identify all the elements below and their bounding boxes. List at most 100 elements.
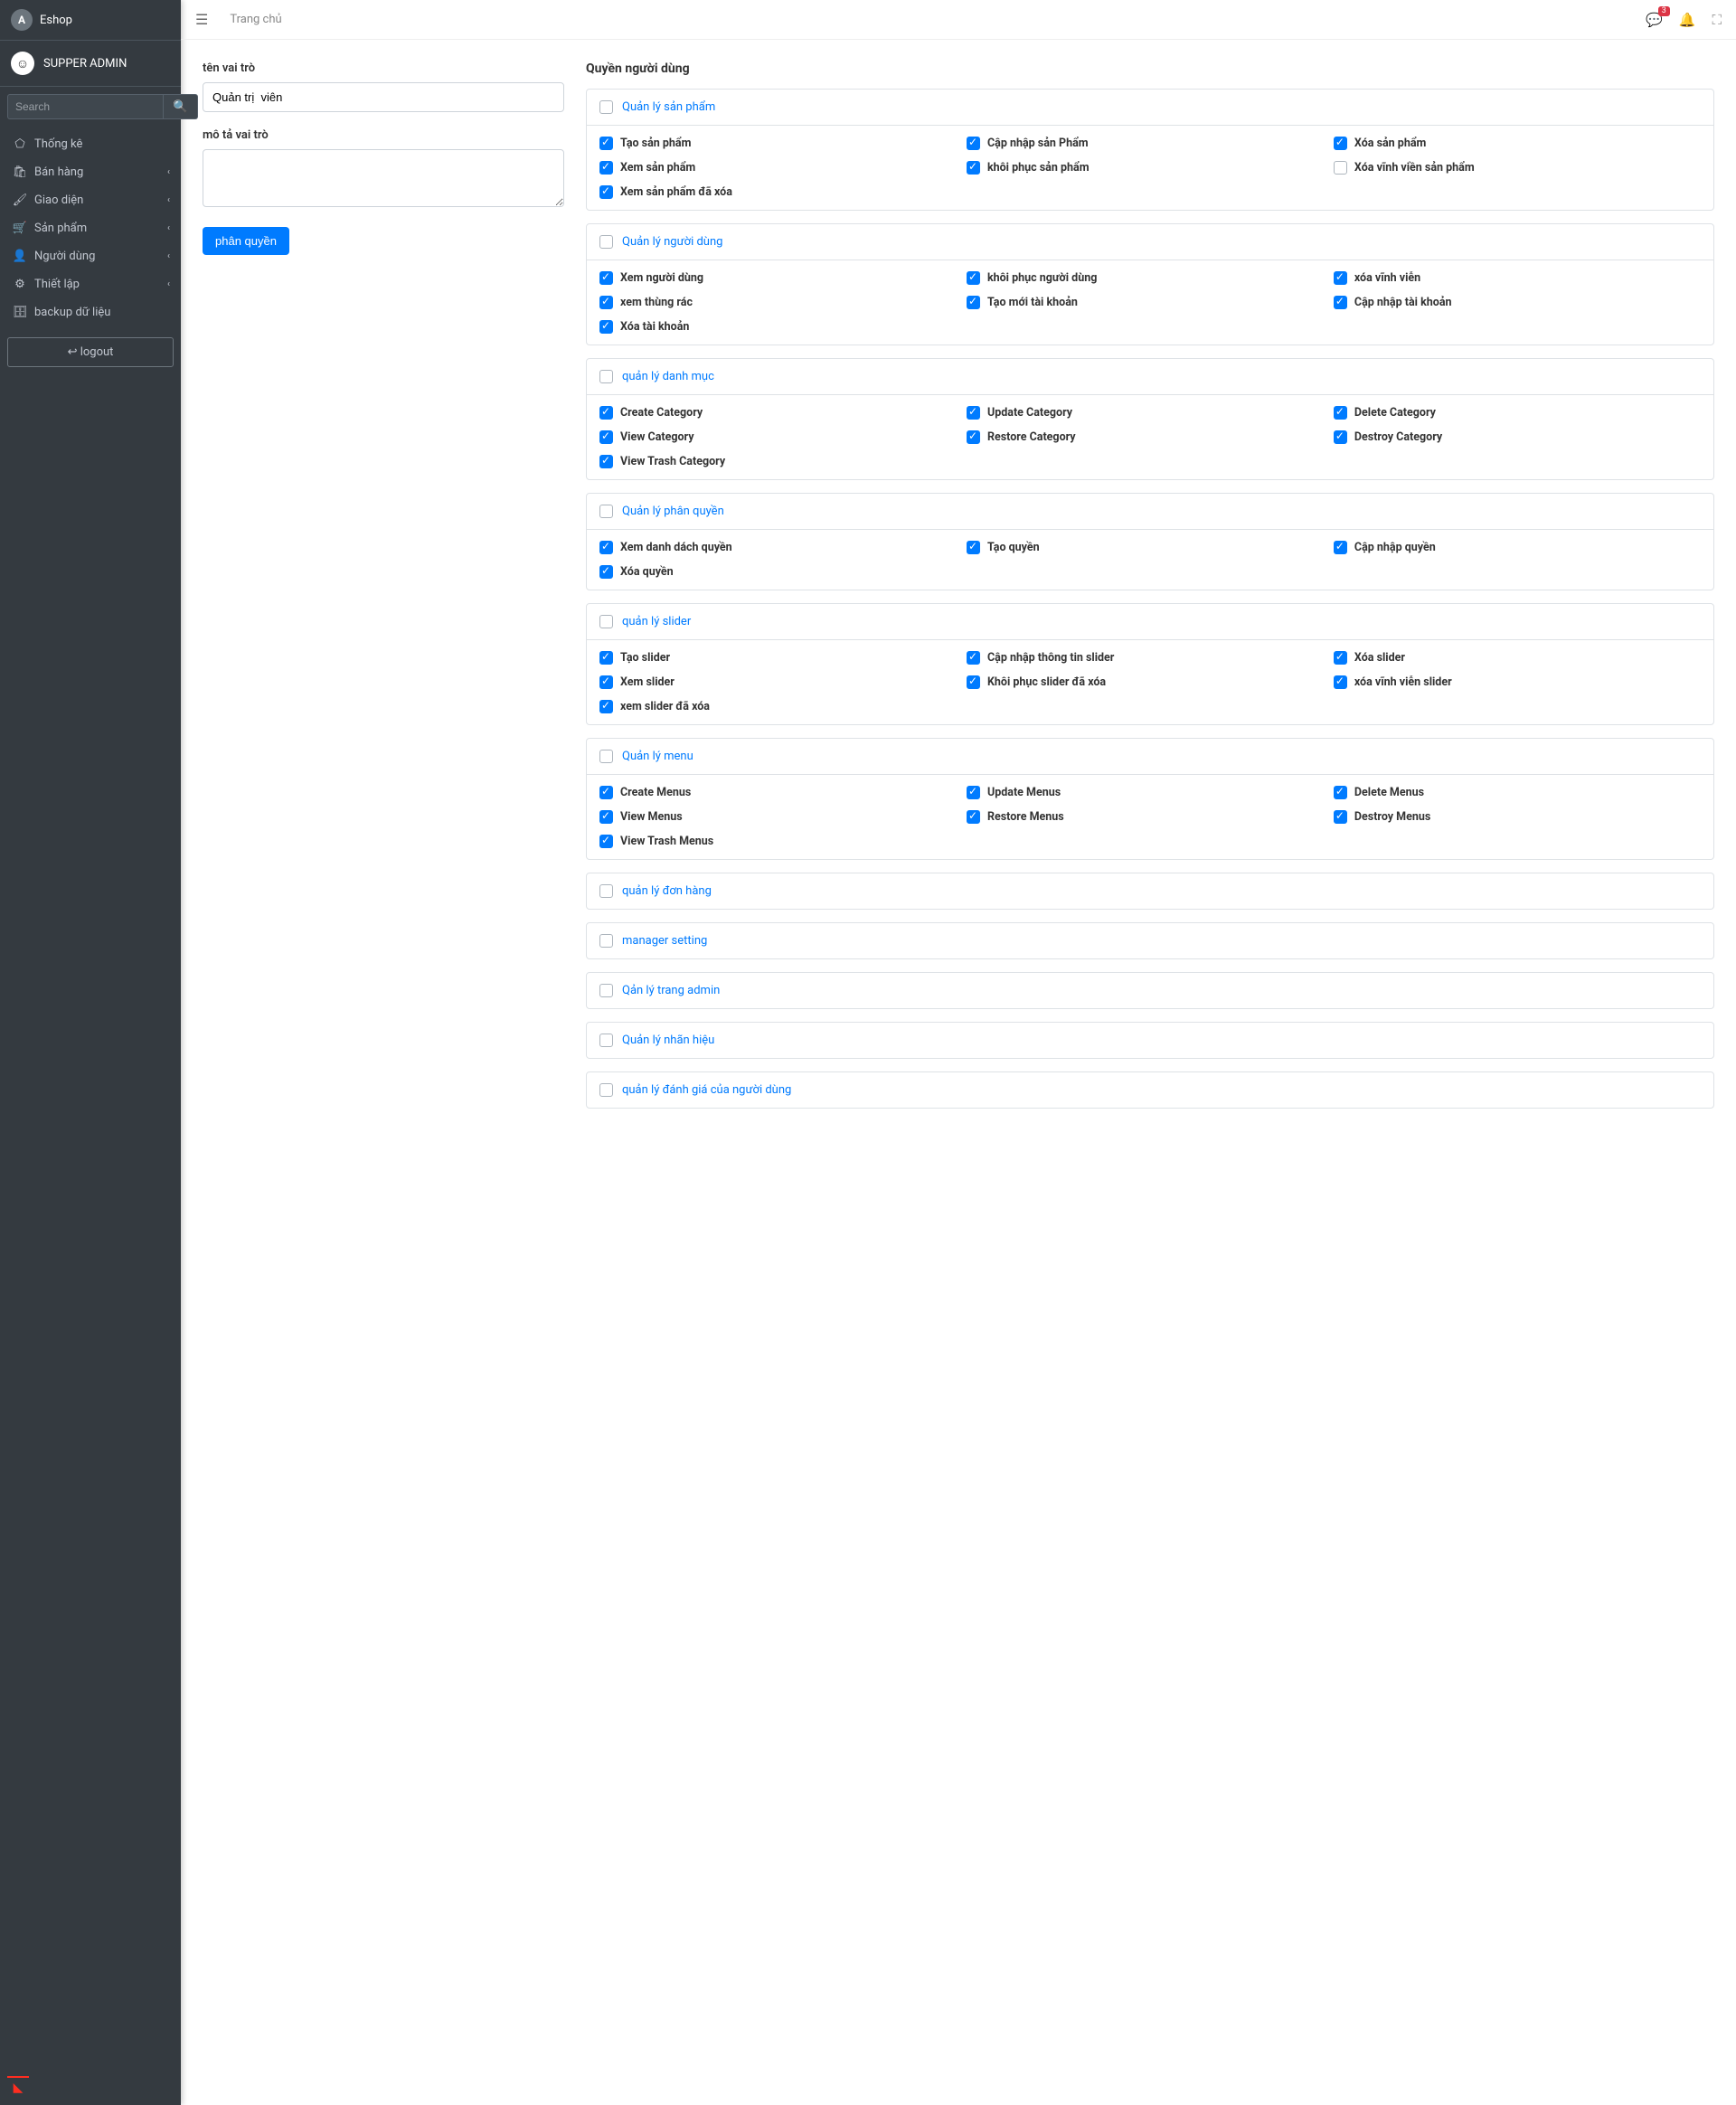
nav-item-5[interactable]: ⚙Thiết lập‹ [0, 270, 181, 298]
perm-checkbox[interactable] [599, 161, 613, 175]
perm-checkbox[interactable] [1334, 786, 1347, 799]
perm-group-checkbox[interactable] [599, 235, 613, 249]
perm-checkbox[interactable] [967, 651, 980, 665]
nav-item-2[interactable]: 🖌Giao diện‹ [0, 186, 181, 214]
perm-item[interactable]: Xem sản phẩm đã xóa [599, 185, 967, 199]
perm-checkbox[interactable] [1334, 541, 1347, 554]
perm-item[interactable]: Xóa vĩnh viền sản phẩm [1334, 161, 1701, 175]
perm-item[interactable]: khôi phục người dùng [967, 271, 1334, 285]
perm-group-checkbox[interactable] [599, 370, 613, 383]
perm-item[interactable]: Restore Menus [967, 810, 1334, 824]
nav-item-0[interactable]: ⬠Thống kê [0, 130, 181, 158]
perm-item[interactable]: xóa vĩnh viễn slider [1334, 675, 1701, 689]
perm-group-checkbox[interactable] [599, 505, 613, 518]
role-desc-input[interactable] [203, 149, 564, 207]
perm-item[interactable]: khôi phục sản phẩm [967, 161, 1334, 175]
perm-checkbox[interactable] [599, 651, 613, 665]
perm-group-title[interactable]: Quản lý người dùng [622, 235, 722, 249]
perm-item[interactable]: Create Category [599, 406, 967, 420]
perm-group-title[interactable]: Qản lý trang admin [622, 984, 720, 997]
perm-checkbox[interactable] [599, 835, 613, 848]
perm-group-checkbox[interactable] [599, 615, 613, 628]
perm-item[interactable]: Update Category [967, 406, 1334, 420]
perm-checkbox[interactable] [599, 455, 613, 468]
perm-item[interactable]: Xóa sản phẩm [1334, 137, 1701, 150]
perm-checkbox[interactable] [1334, 271, 1347, 285]
perm-group-title[interactable]: quản lý đơn hàng [622, 884, 712, 898]
perm-checkbox[interactable] [967, 137, 980, 150]
perm-checkbox[interactable] [1334, 675, 1347, 689]
perm-group-title[interactable]: Quản lý menu [622, 750, 693, 763]
submit-button[interactable]: phân quyền [203, 227, 289, 255]
perm-checkbox[interactable] [599, 137, 613, 150]
perm-item[interactable]: xóa vĩnh viễn [1334, 271, 1701, 285]
perm-checkbox[interactable] [599, 675, 613, 689]
perm-item[interactable]: Cập nhập quyền [1334, 541, 1701, 554]
perm-group-checkbox[interactable] [599, 934, 613, 948]
perm-item[interactable]: Restore Category [967, 430, 1334, 444]
perm-item[interactable]: View Trash Category [599, 455, 967, 468]
laravel-icon[interactable]: ◣ [7, 2076, 29, 2098]
perm-item[interactable]: View Category [599, 430, 967, 444]
perm-group-checkbox[interactable] [599, 1083, 613, 1097]
perm-item[interactable]: Delete Menus [1334, 786, 1701, 799]
perm-item[interactable]: Xem danh dách quyền [599, 541, 967, 554]
perm-item[interactable]: Xóa tài khoản [599, 320, 967, 334]
perm-checkbox[interactable] [599, 320, 613, 334]
perm-item[interactable]: Destroy Menus [1334, 810, 1701, 824]
perm-item[interactable]: Khôi phục slider đã xóa [967, 675, 1334, 689]
perm-checkbox[interactable] [1334, 137, 1347, 150]
perm-checkbox[interactable] [967, 541, 980, 554]
perm-item[interactable]: Cập nhập thông tin slider [967, 651, 1334, 665]
perm-checkbox[interactable] [599, 271, 613, 285]
nav-item-6[interactable]: 🗄backup dữ liệu [0, 298, 181, 326]
perm-item[interactable]: Xem slider [599, 675, 967, 689]
perm-group-checkbox[interactable] [599, 984, 613, 997]
perm-item[interactable]: Xóa slider [1334, 651, 1701, 665]
perm-checkbox[interactable] [599, 700, 613, 713]
perm-checkbox[interactable] [1334, 810, 1347, 824]
perm-item[interactable]: Xóa quyền [599, 565, 967, 579]
perm-item[interactable]: Tạo slider [599, 651, 967, 665]
perm-item[interactable]: xem thùng rác [599, 296, 967, 309]
perm-item[interactable]: Create Menus [599, 786, 967, 799]
perm-group-checkbox[interactable] [599, 884, 613, 898]
perm-checkbox[interactable] [1334, 296, 1347, 309]
perm-item[interactable]: Cập nhập sản Phẩm [967, 137, 1334, 150]
perm-item[interactable]: View Menus [599, 810, 967, 824]
hamburger-icon[interactable]: ☰ [195, 11, 208, 28]
perm-item[interactable]: View Trash Menus [599, 835, 967, 848]
fullscreen-icon[interactable]: ⛶ [1712, 12, 1722, 28]
perm-item[interactable]: Update Menus [967, 786, 1334, 799]
perm-group-title[interactable]: Quản lý nhãn hiệu [622, 1034, 714, 1047]
perm-checkbox[interactable] [599, 565, 613, 579]
perm-checkbox[interactable] [967, 296, 980, 309]
nav-item-1[interactable]: 🛍Bán hàng‹ [0, 158, 181, 186]
perm-group-title[interactable]: Quản lý phân quyền [622, 505, 724, 518]
perm-group-title[interactable]: quản lý đánh giá của người dùng [622, 1083, 791, 1097]
perm-group-checkbox[interactable] [599, 1034, 613, 1047]
perm-checkbox[interactable] [599, 296, 613, 309]
perm-checkbox[interactable] [599, 185, 613, 199]
perm-checkbox[interactable] [967, 675, 980, 689]
perm-item[interactable]: Xem sản phẩm [599, 161, 967, 175]
perm-group-title[interactable]: manager setting [622, 934, 707, 948]
bell-icon[interactable]: 🔔 [1679, 12, 1696, 28]
perm-item[interactable]: Tạo mới tài khoản [967, 296, 1334, 309]
search-input[interactable] [7, 94, 164, 119]
nav-item-4[interactable]: 👤Người dùng‹ [0, 242, 181, 270]
perm-checkbox[interactable] [599, 430, 613, 444]
perm-checkbox[interactable] [967, 810, 980, 824]
perm-item[interactable]: Tạo sản phẩm [599, 137, 967, 150]
perm-checkbox[interactable] [599, 786, 613, 799]
perm-checkbox[interactable] [599, 541, 613, 554]
perm-checkbox[interactable] [1334, 430, 1347, 444]
perm-item[interactable]: Delete Category [1334, 406, 1701, 420]
perm-item[interactable]: Cập nhập tài khoản [1334, 296, 1701, 309]
perm-item[interactable]: xem slider đã xóa [599, 700, 967, 713]
perm-group-title[interactable]: Quản lý sản phẩm [622, 100, 715, 114]
perm-checkbox[interactable] [967, 161, 980, 175]
perm-group-checkbox[interactable] [599, 100, 613, 114]
perm-item[interactable]: Xem người dùng [599, 271, 967, 285]
messages-icon[interactable]: 💬3 [1646, 12, 1663, 28]
